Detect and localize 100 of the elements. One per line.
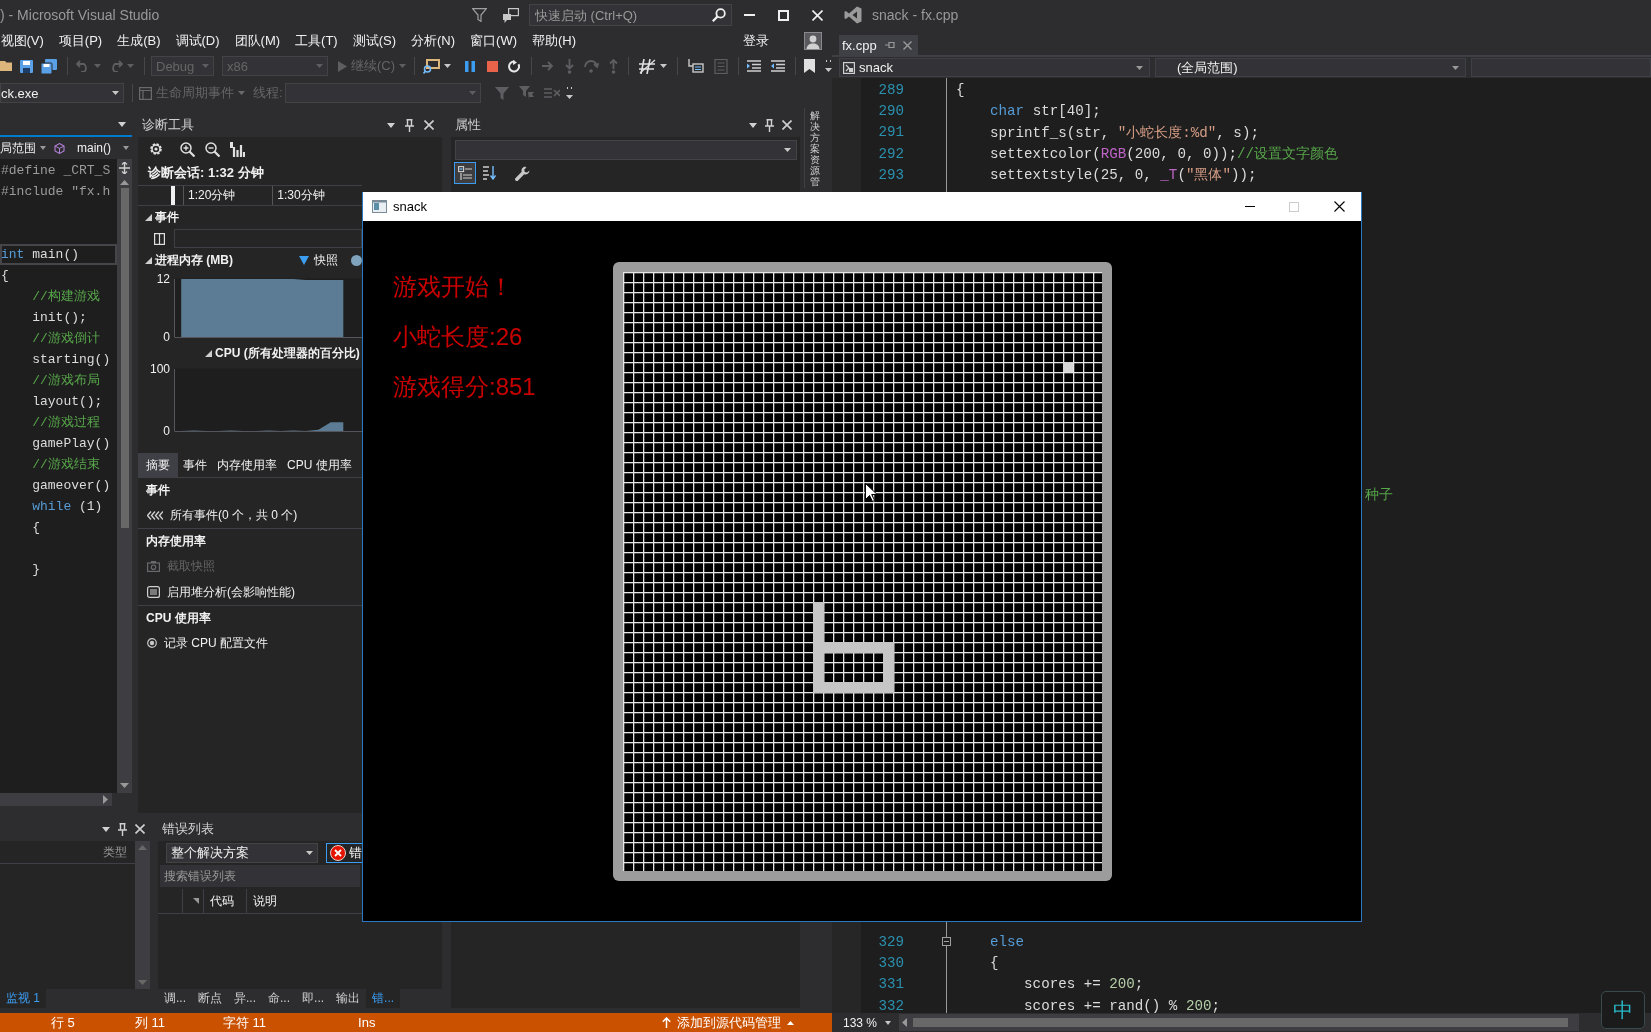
wrench-icon[interactable] xyxy=(515,165,530,181)
caret-down-icon[interactable] xyxy=(123,146,129,150)
pin-icon[interactable] xyxy=(405,118,414,132)
summary-link[interactable]: 所有事件(0 个，共 0 个) xyxy=(138,502,362,528)
thread-icon[interactable] xyxy=(688,59,704,73)
filter-icon[interactable] xyxy=(472,8,487,22)
outdent-icon[interactable] xyxy=(771,60,785,72)
tab[interactable]: CPU 使用率 xyxy=(282,453,357,477)
feedback-icon[interactable] xyxy=(503,7,519,23)
caret-down-icon[interactable] xyxy=(118,121,126,127)
scrollbar-thumb[interactable] xyxy=(120,188,129,528)
caret-down-icon[interactable] xyxy=(885,1020,891,1025)
sort-corner-icon[interactable] xyxy=(193,898,199,904)
menu-item[interactable]: 帮助(H) xyxy=(524,30,584,52)
scope-dropdown[interactable]: 局范围 xyxy=(0,138,44,158)
caret-down-icon[interactable] xyxy=(784,148,791,152)
pin-icon[interactable] xyxy=(884,41,895,49)
tab[interactable]: 调... xyxy=(158,989,192,1008)
pause-icon[interactable] xyxy=(465,60,475,72)
caret-down-icon[interactable] xyxy=(1136,65,1143,70)
collapse-icon[interactable] xyxy=(941,937,951,947)
tab[interactable]: 输出 xyxy=(330,989,367,1008)
tab[interactable]: 断点 xyxy=(192,989,228,1008)
tab[interactable]: 异... xyxy=(228,989,263,1008)
pin-icon[interactable] xyxy=(765,118,774,132)
caret-up-icon[interactable] xyxy=(120,180,129,185)
bookmark-icon[interactable] xyxy=(804,59,815,73)
close-icon[interactable] xyxy=(1334,201,1345,212)
menu-item[interactable]: 窗口(W) xyxy=(462,30,525,52)
caret-left-icon[interactable] xyxy=(902,1018,907,1027)
caret-down-icon[interactable] xyxy=(387,122,395,128)
caret-down-icon[interactable] xyxy=(749,122,757,128)
tab[interactable]: 摘要 xyxy=(138,453,178,477)
quick-launch-field[interactable]: 快速启动 (Ctrl+Q) xyxy=(529,4,732,26)
expander-icon[interactable] xyxy=(205,349,212,357)
tab[interactable]: 命... xyxy=(262,989,297,1008)
bar-chart-icon[interactable] xyxy=(230,141,245,157)
search-field[interactable]: 搜索错误列表 xyxy=(160,865,360,887)
sign-in-link[interactable]: 登录 xyxy=(743,32,769,50)
menu-item[interactable]: 项目(P) xyxy=(51,30,110,52)
expander-icon[interactable] xyxy=(145,256,152,264)
caret-down-icon[interactable] xyxy=(40,146,46,150)
document-tab[interactable]: fx.cpp xyxy=(839,35,918,55)
timeline-marker[interactable] xyxy=(171,186,175,205)
member-dropdown[interactable]: main() xyxy=(44,138,132,158)
scrollbar-thumb[interactable] xyxy=(913,1018,1568,1027)
split-handle-icon[interactable] xyxy=(119,162,130,174)
categorized-button[interactable] xyxy=(455,163,475,183)
indent-icon[interactable] xyxy=(747,60,761,72)
save-all-icon[interactable] xyxy=(41,58,57,74)
scrollbar[interactable] xyxy=(117,159,132,793)
tab[interactable]: 内存使用率 xyxy=(212,453,282,477)
menu-item[interactable]: 生成(B) xyxy=(109,30,169,52)
scope-dropdown[interactable]: 整个解决方案 xyxy=(166,843,318,863)
search-icon[interactable] xyxy=(712,8,726,22)
caret-down-icon[interactable] xyxy=(444,64,451,68)
scope-dropdown[interactable]: (全局范围) xyxy=(1155,58,1466,77)
caret-right-icon[interactable] xyxy=(103,795,108,804)
tab[interactable]: 事件 xyxy=(178,453,212,477)
overflow-icon[interactable] xyxy=(825,60,832,72)
double-bar-icon[interactable] xyxy=(154,232,165,245)
hash-icon[interactable] xyxy=(639,58,656,74)
pin-icon[interactable] xyxy=(118,822,127,836)
tab[interactable]: 监视 1 xyxy=(0,989,46,1008)
menu-item[interactable]: 团队(M) xyxy=(227,30,288,52)
caret-down-icon[interactable] xyxy=(120,783,129,788)
process-window-icon[interactable] xyxy=(423,58,440,74)
caret-down-icon[interactable] xyxy=(102,826,110,832)
expander-icon[interactable] xyxy=(145,213,152,221)
summary-link[interactable]: 启用堆分析(会影响性能) xyxy=(138,579,362,605)
account-icon[interactable] xyxy=(804,32,822,50)
caret-down-icon[interactable] xyxy=(306,851,313,855)
tab[interactable]: 即... xyxy=(296,989,331,1008)
folder-icon[interactable] xyxy=(0,60,14,72)
scrollbar[interactable] xyxy=(899,1014,1579,1031)
zoom-in-icon[interactable] xyxy=(180,141,195,157)
menu-item[interactable]: 分析(N) xyxy=(403,30,463,52)
ime-indicator[interactable]: 中 xyxy=(1601,991,1645,1029)
code-editor[interactable]: #define _CRT_S #include "fx.h int main() { //构建游戏 init(); //游戏倒计 starting() //游戏布局 layout(); //游戏过程 gamePlay() //游戏结束 gameover() while (1) { } xyxy=(0,159,117,793)
caret-down-icon[interactable] xyxy=(660,64,667,68)
source-control-button[interactable]: 添加到源代码管理 xyxy=(662,1013,794,1032)
menu-item[interactable]: 视图(V) xyxy=(0,30,52,52)
menu-item[interactable]: 调试(D) xyxy=(168,30,228,52)
overflow-icon[interactable] xyxy=(565,87,573,99)
column-header[interactable]: 代码 xyxy=(203,889,242,913)
zoom-out-icon[interactable] xyxy=(205,141,220,157)
menu-item[interactable]: 工具(T) xyxy=(287,30,346,52)
tab[interactable]: 错... xyxy=(366,989,401,1008)
stop-icon[interactable] xyxy=(487,60,498,72)
caret-down-icon[interactable] xyxy=(1452,65,1459,70)
restart-icon[interactable] xyxy=(508,59,521,73)
column-header[interactable]: 类型 xyxy=(103,843,127,861)
save-icon[interactable] xyxy=(20,59,33,73)
project-dropdown[interactable]: snack xyxy=(839,58,1150,77)
settings-icon[interactable] xyxy=(148,141,164,157)
menu-item[interactable]: 测试(S) xyxy=(345,30,404,52)
summary-link[interactable]: 记录 CPU 配置文件 xyxy=(138,630,362,656)
scrollbar[interactable] xyxy=(0,793,112,806)
column-header[interactable]: 说明 xyxy=(246,889,285,913)
process-dropdown[interactable]: ck.exe xyxy=(0,83,124,103)
